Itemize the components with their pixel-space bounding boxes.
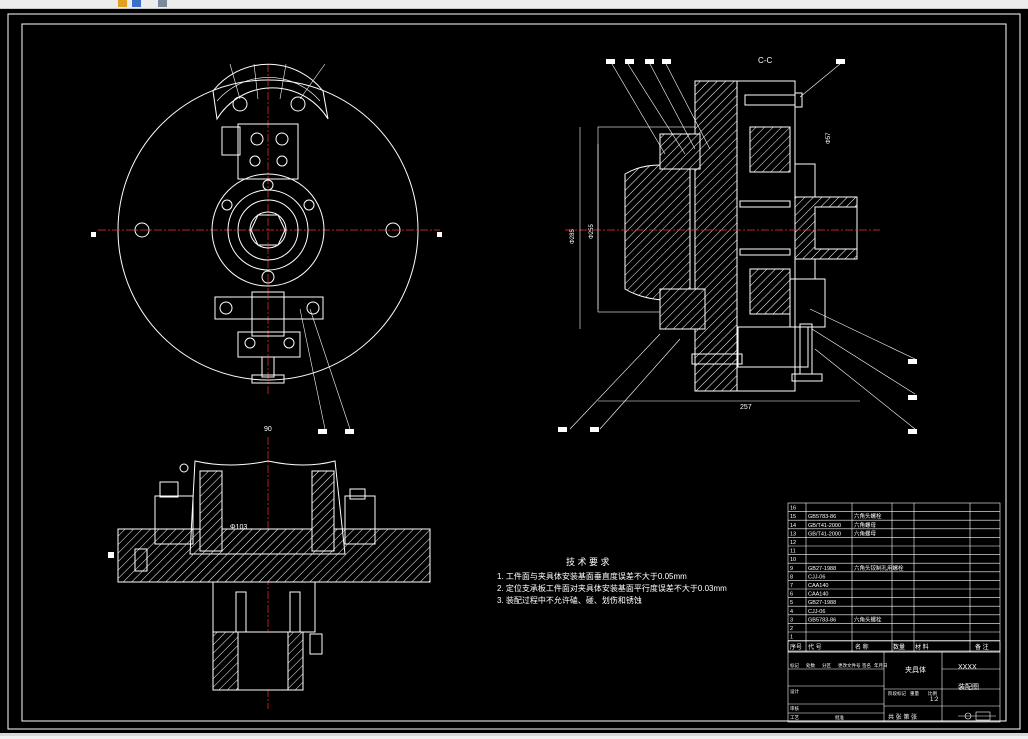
- bom-cell-code: GB27-1988: [808, 600, 836, 606]
- bom-cell-no: 1: [790, 635, 793, 641]
- bom-header-code: 代 号: [808, 643, 822, 651]
- bom-header-no: 序号: [790, 643, 802, 651]
- dim-vertical-1: Φ285: [570, 229, 576, 244]
- dim-257: 257: [740, 404, 752, 411]
- bom-cell-no: 4: [790, 609, 793, 615]
- title-block-label: 处数: [806, 662, 815, 669]
- bom-cell-no: 16: [790, 506, 796, 512]
- bom-cell-name: 六角头螺栓: [854, 512, 882, 520]
- bom-cell-no: 9: [790, 566, 793, 572]
- bom-cell-no: 5: [790, 600, 793, 606]
- bom-header-name: 名 称: [855, 643, 869, 651]
- title-block-label: 年月日: [874, 662, 888, 669]
- title-block-label: 分区: [822, 662, 831, 669]
- bom-cell-code: CJJ-06: [808, 574, 825, 580]
- bom-cell-no: 13: [790, 531, 796, 537]
- bom-header-qty: 数量: [893, 643, 905, 651]
- title-drawing-name: 装配图: [958, 682, 979, 691]
- bom-cell-code: GB/T41-2000: [808, 523, 841, 529]
- drawing-border: [0, 9, 1028, 734]
- bom-cell-name: 六角头螺栓: [854, 615, 882, 623]
- cad-toolbar: [0, 0, 1028, 9]
- bom-cell-no: 7: [790, 583, 793, 589]
- toolbar-icon-b[interactable]: [132, 0, 141, 7]
- bom-cell-code: CAA140: [808, 583, 829, 589]
- title-block-label: 设计: [790, 688, 799, 695]
- bom-header-note: 备 注: [975, 643, 989, 651]
- drawing-canvas[interactable]: C-C 257 Φ285 Φ255 Φ57 90 Φ103 技 术 要 求 1.…: [0, 9, 1028, 734]
- bom-cell-no: 8: [790, 574, 793, 580]
- bom-cell-no: 12: [790, 540, 796, 546]
- title-block-label: 批准: [835, 714, 844, 721]
- bom-cell-code: CJJ-06: [808, 609, 825, 615]
- title-block-label: 阶段标记: [888, 690, 906, 697]
- toolbar-icon-a[interactable]: [118, 0, 127, 7]
- bom-cell-no: 14: [790, 523, 796, 529]
- title-block-label: 标记: [790, 662, 799, 669]
- section-label-cc: C-C: [758, 56, 772, 65]
- bom-cell-no: 10: [790, 557, 796, 563]
- tech-req-line-2: 2. 定位支承板工件面对夹具体安装基面平行度误差不大于0.03mm: [497, 583, 727, 593]
- bom-cell-code: CAA140: [808, 592, 829, 598]
- bom-cell-code: GB5783-86: [808, 514, 836, 520]
- title-sheets: 共 张 第 张: [888, 713, 917, 721]
- bom-cell-no: 15: [790, 514, 796, 520]
- title-part-name: 夹具体: [905, 665, 926, 674]
- title-block-label: 签名: [862, 662, 871, 669]
- tech-req-line-3: 3. 装配过程中不允许磕、碰、划伤和锈蚀: [497, 595, 642, 605]
- bom-cell-code: GB/T41-2000: [808, 531, 841, 537]
- top-dimension-90: 90: [264, 426, 272, 433]
- title-block-label: 重量: [910, 690, 919, 697]
- bom-cell-code: GB5783-86: [808, 617, 836, 623]
- title-block-label: 更改文件号: [838, 662, 861, 669]
- title-scale: 1:2: [930, 697, 939, 703]
- bom-cell-name: 六角螺母: [854, 529, 877, 537]
- bom-cell-name: 六角螺母: [854, 521, 877, 529]
- bom-cell-code: GB27-1988: [808, 566, 836, 572]
- bom-header-mat: 材 料: [915, 643, 929, 651]
- title-block-label: 比例: [928, 690, 937, 697]
- dim-flange: Φ57: [826, 132, 832, 144]
- bom-cell-no: 6: [790, 592, 793, 598]
- bom-cell-no: 11: [790, 549, 796, 555]
- tech-req-line-1: 1. 工件面与夹具体安装基面垂直度误差不大于0.05mm: [497, 571, 687, 581]
- dim-vertical-2: Φ255: [589, 224, 595, 239]
- title-block-label: 工艺: [790, 715, 799, 720]
- title-code: XXXX: [958, 664, 977, 671]
- tech-req-title: 技 术 要 求: [566, 556, 610, 567]
- bom-cell-name: 六角头铰制孔用螺栓: [854, 564, 904, 572]
- title-block-label: 审核: [790, 705, 799, 712]
- dim-phi103: Φ103: [230, 524, 247, 531]
- bom-cell-no: 2: [790, 626, 793, 632]
- toolbar-icon-c[interactable]: [158, 0, 167, 7]
- bom-cell-no: 3: [790, 617, 793, 623]
